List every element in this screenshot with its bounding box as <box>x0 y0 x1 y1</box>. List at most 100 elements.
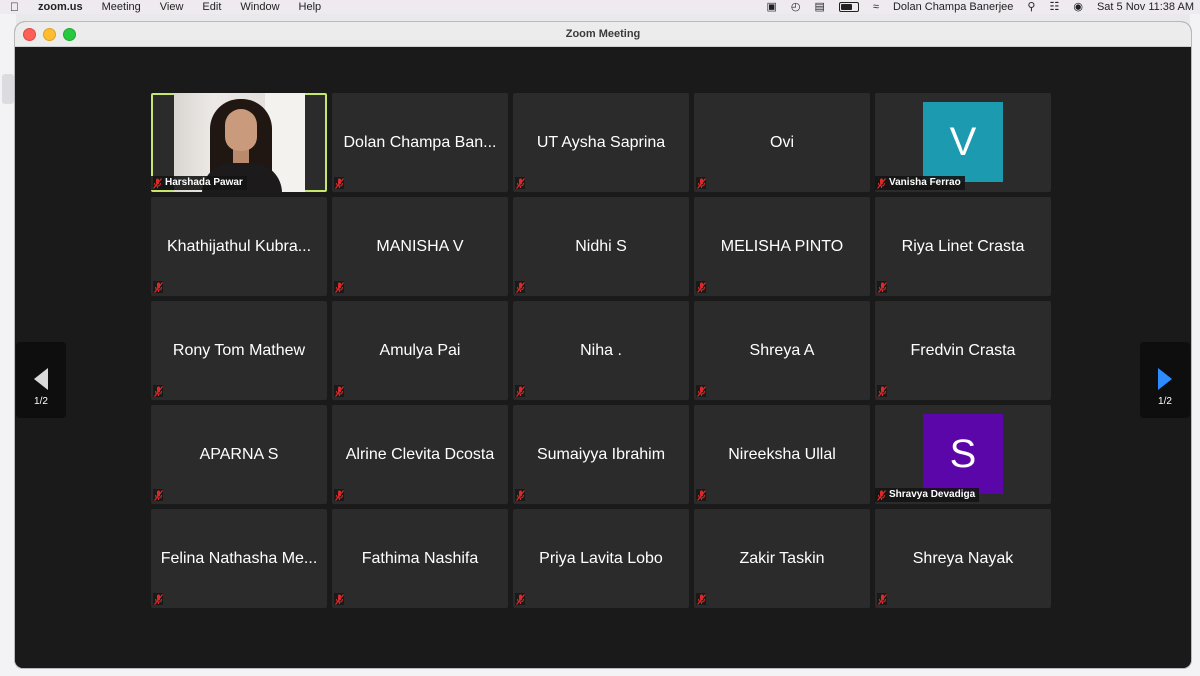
search-icon[interactable]: ⚲ <box>1027 0 1035 14</box>
participant-tile[interactable]: Riya Linet Crasta <box>875 197 1051 296</box>
mic-muted-icon <box>153 385 163 397</box>
participant-tile[interactable]: UT Aysha Saprina <box>513 93 689 192</box>
mic-muted-icon <box>515 489 525 501</box>
menu-help[interactable]: Help <box>299 0 322 14</box>
zoom-status-icon[interactable]: ▣ <box>766 0 776 14</box>
mic-muted-icon <box>334 489 344 501</box>
gallery-view: 1/2 1/2 Harshada Pawar Dolan Champa Ban..… <box>15 47 1191 668</box>
participant-tile[interactable]: Felina Nathasha Me... <box>151 509 327 608</box>
mic-muted-icon <box>877 281 887 293</box>
mic-muted-icon <box>515 281 525 293</box>
menu-view[interactable]: View <box>160 0 184 14</box>
mic-muted-icon <box>515 385 525 397</box>
participant-name-label: Shravya Devadiga <box>875 488 980 502</box>
participant-tile[interactable]: APARNA S <box>151 405 327 504</box>
prev-page-indicator: 1/2 <box>34 396 48 407</box>
mic-muted-icon <box>696 489 706 501</box>
participant-name: Zakir Taskin <box>739 549 825 567</box>
display-icon[interactable]: ▤ <box>815 0 825 14</box>
participant-grid: Harshada Pawar Dolan Champa Ban... UT Aysh… <box>151 93 1051 608</box>
participant-name: Alrine Clevita Dcosta <box>345 445 495 463</box>
participant-name: Shreya Nayak <box>912 549 1014 567</box>
mic-muted-icon <box>696 385 706 397</box>
title-bar[interactable]: Zoom Meeting <box>15 22 1191 47</box>
participant-tile[interactable]: Dolan Champa Ban... <box>332 93 508 192</box>
desktop-bottom-edge <box>0 668 1200 676</box>
participant-tile[interactable]: MELISHA PINTO <box>694 197 870 296</box>
participant-tile[interactable]: Fathima Nashifa <box>332 509 508 608</box>
next-page-indicator: 1/2 <box>1158 396 1172 407</box>
mic-muted-icon <box>334 385 344 397</box>
mic-muted-icon <box>515 593 525 605</box>
mic-muted-icon <box>877 593 887 605</box>
mic-muted-icon <box>877 385 887 397</box>
mic-muted-icon <box>696 281 706 293</box>
participant-tile[interactable]: Fredvin Crasta <box>875 301 1051 400</box>
participant-name: Shreya A <box>749 341 815 359</box>
participant-tile[interactable]: S Shravya Devadiga <box>875 405 1051 504</box>
participant-name: Ovi <box>770 133 794 151</box>
arrow-right-icon <box>1158 368 1172 390</box>
participant-tile[interactable]: Sumaiyya Ibrahim <box>513 405 689 504</box>
participant-name: Fredvin Crasta <box>910 341 1016 359</box>
mic-muted-icon <box>153 489 163 501</box>
mic-muted-icon <box>334 281 344 293</box>
participant-name-label: Vanisha Ferrao <box>875 176 965 190</box>
mic-muted-icon <box>515 177 525 189</box>
participant-label-text: Vanisha Ferrao <box>889 177 961 188</box>
participant-avatar: V <box>923 102 1003 182</box>
mic-muted-icon <box>696 593 706 605</box>
previous-page-button[interactable]: 1/2 <box>16 342 66 418</box>
control-center-icon[interactable]: ☷ <box>1049 0 1059 14</box>
participant-name: Rony Tom Mathew <box>172 341 306 359</box>
participant-tile[interactable]: Niha . <box>513 301 689 400</box>
battery-icon[interactable] <box>838 2 859 12</box>
participant-name: UT Aysha Saprina <box>536 133 666 151</box>
participant-tile[interactable]: Nidhi S <box>513 197 689 296</box>
participant-name: Priya Lavita Lobo <box>539 549 663 567</box>
participant-tile[interactable]: Rony Tom Mathew <box>151 301 327 400</box>
participant-tile[interactable]: Harshada Pawar <box>151 93 327 192</box>
zoom-meeting-window: Zoom Meeting 1/2 1/2 Harshada Pawar Dolan… <box>15 22 1191 668</box>
participant-tile[interactable]: Zakir Taskin <box>694 509 870 608</box>
participant-tile[interactable]: Ovi <box>694 93 870 192</box>
participant-label-text: Shravya Devadiga <box>889 489 976 500</box>
desktop-left-edge <box>0 14 16 676</box>
apple-icon[interactable]:  <box>10 0 24 14</box>
participant-name: MANISHA V <box>376 237 464 255</box>
participant-name: Nireeksha Ullal <box>728 445 836 463</box>
participant-name: Felina Nathasha Me... <box>160 549 318 567</box>
participant-tile[interactable]: Amulya Pai <box>332 301 508 400</box>
participant-tile[interactable]: Nireeksha Ullal <box>694 405 870 504</box>
participant-name: Dolan Champa Ban... <box>343 133 497 151</box>
wifi-icon[interactable]: ≈ <box>873 0 879 14</box>
participant-tile[interactable]: Shreya Nayak <box>875 509 1051 608</box>
time-machine-icon[interactable]: ◴ <box>791 0 801 14</box>
mic-muted-icon <box>153 593 163 605</box>
background-window-element <box>2 74 14 104</box>
menu-app[interactable]: zoom.us <box>38 0 83 14</box>
participant-tile[interactable]: Priya Lavita Lobo <box>513 509 689 608</box>
participant-name: Riya Linet Crasta <box>901 237 1025 255</box>
participant-tile[interactable]: Khathijathul Kubra... <box>151 197 327 296</box>
participant-avatar: S <box>923 414 1003 494</box>
mic-muted-icon <box>334 593 344 605</box>
participant-name: MELISHA PINTO <box>720 237 844 255</box>
participant-name: Khathijathul Kubra... <box>166 237 312 255</box>
participant-tile[interactable]: MANISHA V <box>332 197 508 296</box>
participant-name: Amulya Pai <box>379 341 461 359</box>
clock[interactable]: Sat 5 Nov 11:38 AM <box>1097 0 1194 14</box>
window-title: Zoom Meeting <box>565 28 641 40</box>
next-page-button[interactable]: 1/2 <box>1140 342 1190 418</box>
menu-meeting[interactable]: Meeting <box>102 0 141 14</box>
participant-tile[interactable]: V Vanisha Ferrao <box>875 93 1051 192</box>
participant-name-label: Harshada Pawar <box>151 176 247 190</box>
siri-icon[interactable]: ◉ <box>1073 0 1083 14</box>
participant-tile[interactable]: Shreya A <box>694 301 870 400</box>
menu-window[interactable]: Window <box>240 0 279 14</box>
mic-muted-icon <box>876 489 886 501</box>
menu-edit[interactable]: Edit <box>202 0 221 14</box>
menubar-user[interactable]: Dolan Champa Banerjee <box>893 0 1013 14</box>
mic-muted-icon <box>152 177 162 189</box>
participant-tile[interactable]: Alrine Clevita Dcosta <box>332 405 508 504</box>
